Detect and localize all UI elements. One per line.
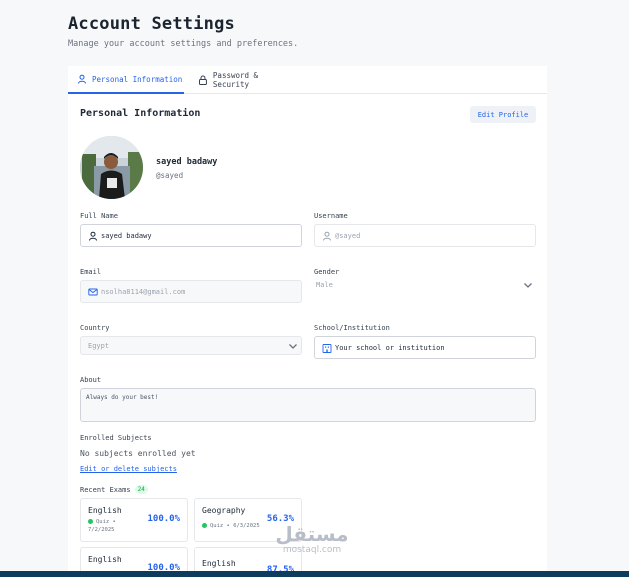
country-select[interactable]: Egypt xyxy=(80,336,302,355)
exam-score: 100.0% xyxy=(147,514,180,524)
about-label: About xyxy=(80,376,102,384)
username-placeholder: @sayed xyxy=(335,231,361,240)
recent-exams-label: Recent Exams xyxy=(80,485,131,494)
country-value: Egypt xyxy=(88,341,110,350)
enrolled-subjects-title: Enrolled Subjects xyxy=(80,434,152,442)
edit-subjects-link[interactable]: Edit or delete subjects xyxy=(80,465,177,473)
full-name-label: Full Name xyxy=(80,212,118,220)
profile-name: sayed badawy xyxy=(156,157,218,167)
country-label: Country xyxy=(80,324,110,332)
tab-personal-information[interactable]: Personal Information xyxy=(68,66,184,94)
gender-select[interactable]: Male xyxy=(314,274,536,295)
user-icon xyxy=(78,74,86,84)
recent-exams-title: Recent Exams 24 xyxy=(80,485,148,494)
chevron-down-icon xyxy=(289,344,297,349)
username-field[interactable]: @sayed xyxy=(314,224,536,247)
full-name-value: sayed badawy xyxy=(101,231,152,240)
email-label: Email xyxy=(80,268,102,276)
profile-photo xyxy=(80,136,143,199)
enrolled-empty-text: No subjects enrolled yet xyxy=(80,449,196,458)
email-value: nsolha8114@gmail.com xyxy=(101,287,186,296)
username-label: Username xyxy=(314,212,348,220)
settings-card: Personal Information Password & Security… xyxy=(68,66,547,577)
mail-icon xyxy=(88,288,98,295)
building-icon xyxy=(322,343,332,353)
exam-type: Quiz xyxy=(210,523,224,529)
exam-date: 6/3/2025 xyxy=(233,523,260,529)
gender-value: Male xyxy=(316,280,333,289)
watermark-latin: mostaql.com xyxy=(282,545,342,555)
tab-bar: Personal Information Password & Security xyxy=(68,66,547,94)
exam-card[interactable]: English Quiz • 7/2/2025 100.0% xyxy=(80,498,188,542)
profile-username: @sayed xyxy=(156,171,184,180)
school-field[interactable]: Your school or institution xyxy=(314,336,536,359)
status-dot-icon xyxy=(88,519,93,524)
page-subtitle: Manage your account settings and prefere… xyxy=(68,39,299,49)
status-dot-icon xyxy=(202,523,207,528)
exam-type: Quiz xyxy=(96,519,110,525)
watermark-arabic: مستقل xyxy=(275,522,349,546)
tab-password-security[interactable]: Password & Security xyxy=(198,66,298,94)
tab-label: Personal Information xyxy=(92,74,183,84)
exam-meta: Quiz • 7/2/2025 xyxy=(88,519,116,533)
tab-label: Password & Security xyxy=(212,71,259,89)
exam-subject: English xyxy=(88,555,122,564)
exam-meta: Quiz • 6/3/2025 xyxy=(202,522,260,530)
watermark: مستقل mostaql.com xyxy=(262,523,362,555)
exam-count-badge: 24 xyxy=(134,485,148,494)
bottom-bar xyxy=(0,571,629,577)
edit-profile-button[interactable]: Edit Profile xyxy=(470,106,536,123)
page-title: Account Settings xyxy=(68,14,235,34)
lock-icon xyxy=(198,75,207,85)
exam-subject: Geography xyxy=(202,506,246,515)
section-title: Personal Information xyxy=(80,108,201,119)
exam-subject: English xyxy=(88,506,122,515)
email-field[interactable]: nsolha8114@gmail.com xyxy=(80,280,302,303)
full-name-field[interactable]: sayed badawy xyxy=(80,224,302,247)
exam-date: 7/2/2025 xyxy=(88,527,115,533)
about-textarea[interactable]: Always do your best! xyxy=(80,388,536,422)
school-placeholder: Your school or institution xyxy=(335,343,445,352)
user-icon xyxy=(323,231,331,241)
user-icon xyxy=(89,231,97,241)
exam-subject: English xyxy=(202,559,236,568)
avatar[interactable] xyxy=(80,136,143,199)
school-label: School/Institution xyxy=(314,324,390,332)
chevron-down-icon xyxy=(524,283,532,288)
